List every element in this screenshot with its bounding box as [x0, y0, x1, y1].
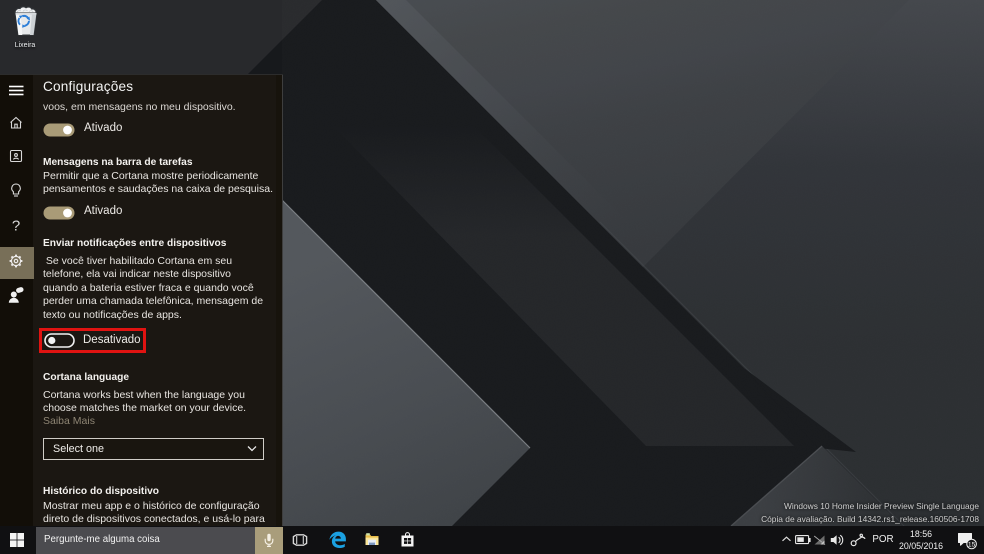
svg-text:?: ? — [12, 218, 20, 235]
svg-text:15: 15 — [967, 541, 975, 548]
